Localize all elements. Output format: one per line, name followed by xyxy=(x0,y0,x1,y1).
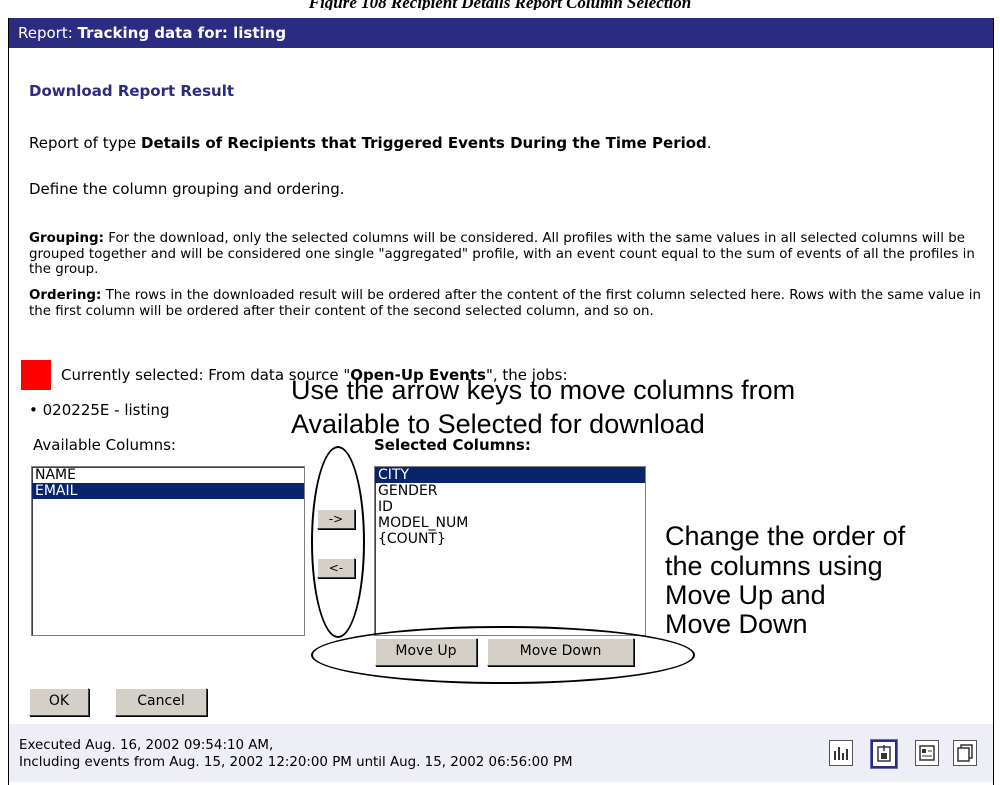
list-item[interactable]: GENDER xyxy=(375,483,645,499)
callout-order-2: the columns using xyxy=(665,551,883,581)
arrow-buttons-highlight xyxy=(311,446,365,638)
move-up-button[interactable]: Move Up xyxy=(375,638,477,666)
remove-column-button[interactable]: <- xyxy=(317,558,355,578)
callout-order-4: Move Down xyxy=(665,609,808,639)
report-type-prefix: Report of type xyxy=(29,134,141,152)
title-bar: Report: Tracking data for: listing xyxy=(9,18,993,48)
add-column-button[interactable]: -> xyxy=(317,509,355,529)
list-item[interactable]: NAME xyxy=(32,467,304,483)
selected-columns-list[interactable]: CITY GENDER ID MODEL_NUM {COUNT} xyxy=(374,466,646,636)
figure-caption: Figure 108 Recipient Details Report Colu… xyxy=(308,0,692,10)
bullet-icon: • xyxy=(29,401,38,419)
event-range: Including events from Aug. 15, 2002 12:2… xyxy=(19,755,573,770)
report-type-suffix: . xyxy=(706,134,712,152)
page-heading: Download Report Result xyxy=(29,82,235,100)
report-type-name: Details of Recipients that Triggered Eve… xyxy=(141,134,707,152)
selection-marker xyxy=(21,360,51,390)
ordering-paragraph: Ordering: The rows in the downloaded res… xyxy=(29,288,989,319)
copy-pages-icon[interactable] xyxy=(953,740,977,766)
executed-timestamp: Executed Aug. 16, 2002 09:54:10 AM, xyxy=(19,738,274,753)
report-details-icon[interactable] xyxy=(915,740,939,766)
available-columns-label: Available Columns: xyxy=(33,436,176,454)
list-item[interactable]: ID xyxy=(375,499,645,515)
report-type-line: Report of type Details of Recipients tha… xyxy=(29,134,712,152)
download-icon[interactable] xyxy=(870,739,898,769)
report-title: Tracking data for: listing xyxy=(77,24,287,42)
selected-columns-label: Selected Columns: xyxy=(374,436,531,454)
title-prefix: Report: xyxy=(18,24,78,42)
cancel-button[interactable]: Cancel xyxy=(115,688,207,716)
callout-order-3: Move Up and xyxy=(665,580,826,610)
callout-arrow-keys-1: Use the arrow keys to move columns from xyxy=(291,375,796,405)
list-item[interactable]: {COUNT} xyxy=(375,531,645,547)
job-name: 020225E - listing xyxy=(42,401,170,419)
report-footer: Executed Aug. 16, 2002 09:54:10 AM, Incl… xyxy=(9,724,993,782)
ordering-label: Ordering: xyxy=(29,288,102,303)
list-item[interactable]: MODEL_NUM xyxy=(375,515,645,531)
grouping-text: For the download, only the selected colu… xyxy=(29,231,975,278)
callout-order-1: Change the order of xyxy=(665,521,906,551)
grouping-label: Grouping: xyxy=(29,231,104,246)
job-list-item: • 020225E - listing xyxy=(29,401,170,419)
define-text: Define the column grouping and ordering. xyxy=(29,180,345,198)
list-item[interactable]: CITY xyxy=(375,467,645,483)
report-panel: Report: Tracking data for: listing Downl… xyxy=(8,18,994,785)
callout-arrow-keys-2: Available to Selected for download xyxy=(291,409,705,439)
grouping-paragraph: Grouping: For the download, only the sel… xyxy=(29,231,989,278)
list-item[interactable]: EMAIL xyxy=(32,483,304,499)
ordering-text: The rows in the downloaded result will b… xyxy=(29,288,981,319)
move-down-button[interactable]: Move Down xyxy=(487,638,634,666)
bar-chart-icon[interactable] xyxy=(829,740,853,766)
ok-button[interactable]: OK xyxy=(29,688,89,716)
available-columns-list[interactable]: NAME EMAIL xyxy=(31,466,305,636)
